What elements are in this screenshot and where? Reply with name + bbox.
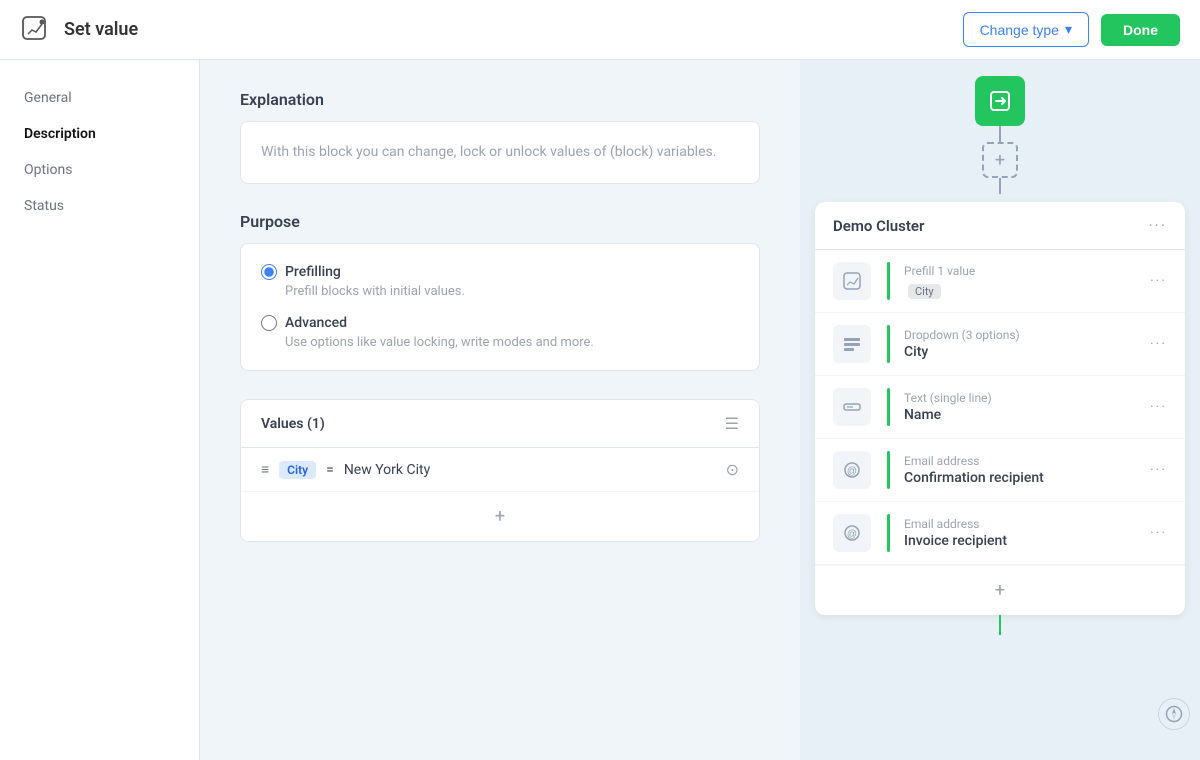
drag-handle-icon[interactable]: ≡ [261, 461, 269, 478]
item-menu-icon[interactable]: ··· [1150, 462, 1167, 478]
purpose-box: Prefilling Prefill blocks with initial v… [240, 243, 760, 371]
item-content: Email address Invoice recipient [904, 517, 1136, 549]
cluster-add-button[interactable]: + [815, 565, 1185, 615]
prefilling-desc: Prefill blocks with initial values. [285, 284, 739, 299]
cluster-menu-icon[interactable]: ··· [1148, 216, 1167, 235]
flow-line-top [999, 126, 1001, 142]
flow-bottom-line [999, 615, 1001, 635]
change-type-button[interactable]: Change type ▾ [963, 12, 1089, 47]
sidebar: General Description Options Status [0, 60, 200, 760]
add-value-button[interactable]: + [241, 492, 759, 541]
prefilling-radio[interactable] [261, 264, 277, 280]
values-header: Values (1) ☰ [241, 400, 759, 448]
prefilling-option: Prefilling Prefill blocks with initial v… [261, 264, 739, 299]
explanation-title: Explanation [240, 90, 760, 109]
advanced-radio[interactable] [261, 315, 277, 331]
values-title: Values (1) [261, 416, 325, 432]
values-box: Values (1) ☰ ≡ City = New York City ⊙ + [240, 399, 760, 542]
sidebar-item-description[interactable]: Description [0, 116, 199, 152]
item-name: City [904, 344, 1136, 360]
prefill-icon [833, 262, 871, 300]
dropdown-icon [833, 325, 871, 363]
add-icon: + [495, 506, 505, 527]
flow-entry-node[interactable] [975, 76, 1025, 126]
value-row: ≡ City = New York City ⊙ [241, 448, 759, 492]
value-options-icon[interactable]: ⊙ [726, 460, 739, 479]
item-content: Prefill 1 value City [904, 264, 1136, 299]
item-name: Confirmation recipient [904, 470, 1136, 486]
advanced-option: Advanced Use options like value locking,… [261, 315, 739, 350]
chevron-down-icon: ▾ [1065, 21, 1072, 38]
item-type: Prefill 1 value [904, 264, 1136, 278]
values-menu-icon[interactable]: ☰ [725, 414, 739, 433]
cluster-header: Demo Cluster ··· [815, 202, 1185, 250]
header: Set value Change type ▾ Done [0, 0, 1200, 60]
sidebar-item-general[interactable]: General [0, 80, 199, 116]
item-name: Name [904, 407, 1136, 423]
advanced-label: Advanced [285, 315, 347, 331]
main-layout: General Description Options Status Expla… [0, 60, 1200, 760]
item-type: Email address [904, 454, 1136, 468]
equals-sign: = [326, 462, 334, 478]
item-menu-icon[interactable]: ··· [1150, 336, 1167, 352]
item-type: Email address [904, 517, 1136, 531]
flow-connector: + [982, 126, 1018, 194]
cluster-card: Demo Cluster ··· Prefill 1 value City [815, 202, 1185, 615]
city-tag: City [279, 461, 316, 479]
content-area: Explanation With this block you can chan… [200, 60, 800, 760]
explanation-box: With this block you can change, lock or … [240, 121, 760, 184]
sidebar-item-status[interactable]: Status [0, 188, 199, 224]
email-icon-2: @ [833, 514, 871, 552]
compass-icon[interactable] [1158, 698, 1190, 730]
list-item[interactable]: Prefill 1 value City ··· [815, 250, 1185, 313]
item-bar [887, 262, 890, 300]
item-bar [887, 325, 890, 363]
right-panel: + Demo Cluster ··· Prefill 1 value [800, 60, 1200, 760]
cluster-title: Demo Cluster [833, 217, 924, 235]
flow-line-bottom [999, 178, 1001, 194]
item-content: Dropdown (3 options) City [904, 328, 1136, 360]
prefilling-label: Prefilling [285, 264, 341, 280]
sidebar-item-options[interactable]: Options [0, 152, 199, 188]
item-menu-icon[interactable]: ··· [1150, 525, 1167, 541]
item-name: Invoice recipient [904, 533, 1136, 549]
item-badge: City [908, 284, 941, 299]
cluster-add-icon: + [995, 580, 1005, 601]
item-bar [887, 514, 890, 552]
svg-text:@: @ [847, 466, 857, 477]
item-content: Email address Confirmation recipient [904, 454, 1136, 486]
set-value-icon [20, 14, 52, 46]
text-field-icon [833, 388, 871, 426]
list-item[interactable]: @ Email address Confirmation recipient ·… [815, 439, 1185, 502]
item-menu-icon[interactable]: ··· [1150, 273, 1167, 289]
item-type: Dropdown (3 options) [904, 328, 1136, 342]
list-item[interactable]: Dropdown (3 options) City ··· [815, 313, 1185, 376]
list-item[interactable]: @ Email address Invoice recipient ··· [815, 502, 1185, 565]
svg-text:@: @ [847, 529, 857, 540]
item-bar [887, 388, 890, 426]
done-button[interactable]: Done [1101, 14, 1180, 46]
explanation-text: With this block you can change, lock or … [261, 144, 716, 160]
flow-add-node[interactable]: + [982, 142, 1018, 178]
page-title: Set value [64, 19, 951, 40]
advanced-desc: Use options like value locking, write mo… [285, 335, 739, 350]
item-menu-icon[interactable]: ··· [1150, 399, 1167, 415]
value-text: New York City [344, 462, 716, 478]
email-icon: @ [833, 451, 871, 489]
purpose-title: Purpose [240, 212, 760, 231]
item-bar [887, 451, 890, 489]
item-content: Text (single line) Name [904, 391, 1136, 423]
item-type: Text (single line) [904, 391, 1136, 405]
list-item[interactable]: Text (single line) Name ··· [815, 376, 1185, 439]
